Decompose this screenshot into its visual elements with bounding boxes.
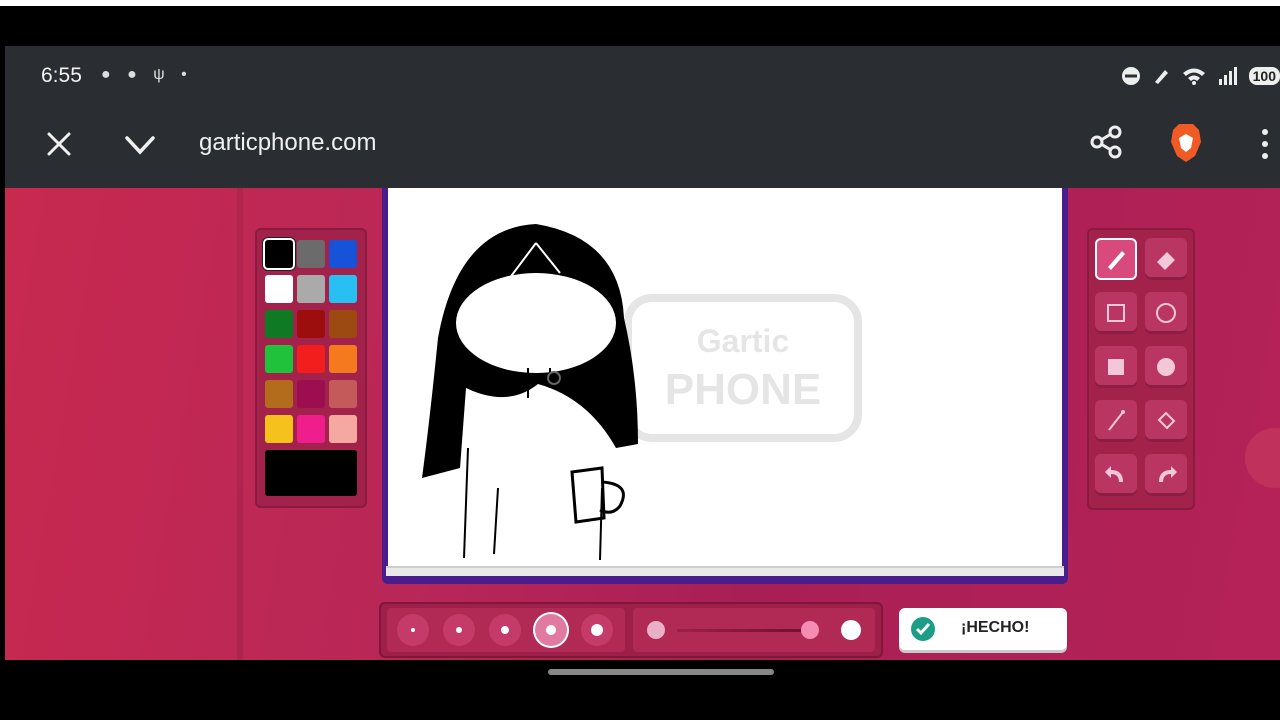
color-swatch[interactable] — [265, 275, 293, 303]
color-palette — [255, 228, 367, 508]
opacity-track[interactable] — [677, 629, 817, 632]
status-right: 100 — [1121, 64, 1280, 88]
done-label: ¡HECHO! — [961, 619, 1030, 636]
dnd-icon — [1121, 67, 1140, 85]
pen-icon[interactable] — [1095, 238, 1137, 280]
rect-fill-icon[interactable] — [1095, 346, 1137, 388]
more-menu-icon[interactable] — [1257, 126, 1273, 162]
color-swatch[interactable] — [265, 345, 293, 373]
phone-screen: 6:55 ● ● ψ • 100 garticphone.com Gartic … — [5, 46, 1280, 660]
color-swatch[interactable] — [329, 345, 357, 373]
brush-size-option[interactable] — [397, 614, 429, 646]
color-swatch[interactable] — [329, 415, 357, 443]
watermark-line1: Gartic — [697, 323, 789, 359]
watermark-line2: PHONE — [665, 365, 821, 414]
game-area: Gartic PHONE ¡HECHO! — [5, 188, 1280, 660]
done-button[interactable]: ¡HECHO! — [899, 608, 1067, 650]
status-time: 6:55 — [41, 64, 82, 87]
brush-size-option[interactable] — [443, 614, 475, 646]
top-edge — [0, 0, 1280, 6]
eraser-icon[interactable] — [1145, 238, 1187, 280]
color-swatch[interactable] — [265, 415, 293, 443]
color-swatch[interactable] — [329, 275, 357, 303]
status-bar: 6:55 ● ● ψ • 100 — [5, 46, 1280, 108]
color-swatch[interactable] — [297, 310, 325, 338]
color-swatch[interactable] — [329, 380, 357, 408]
line-icon[interactable] — [1095, 400, 1137, 442]
side-pencil-button[interactable] — [1245, 428, 1280, 488]
circle-fill-icon[interactable] — [1145, 346, 1187, 388]
gesture-nav-bar[interactable] — [548, 669, 774, 675]
pen-status-icon — [1154, 70, 1168, 84]
battery-indicator: 100 — [1248, 67, 1280, 85]
color-swatch[interactable] — [265, 240, 293, 268]
url-text[interactable]: garticphone.com — [199, 129, 376, 157]
brush-size-option[interactable] — [581, 614, 613, 646]
brush-size-selector — [387, 608, 625, 652]
current-color — [265, 450, 357, 496]
color-swatch[interactable] — [329, 310, 357, 338]
wifi-icon — [1182, 68, 1205, 85]
brush-dot-icon — [411, 628, 415, 632]
canvas-bottom-edge — [386, 566, 1064, 576]
chevron-down-icon[interactable] — [123, 130, 157, 160]
browser-toolbar: garticphone.com — [5, 108, 1280, 188]
redo-icon[interactable] — [1145, 454, 1187, 496]
brave-lion-icon[interactable] — [1167, 122, 1205, 164]
color-swatch[interactable] — [297, 415, 325, 443]
opacity-max-icon — [841, 620, 861, 640]
girl-sketch — [422, 224, 638, 561]
check-icon — [911, 617, 935, 641]
brush-toolbar — [379, 602, 883, 658]
brush-dot-icon — [501, 626, 509, 634]
color-swatch[interactable] — [297, 380, 325, 408]
color-swatch[interactable] — [265, 310, 293, 338]
color-swatch[interactable] — [297, 275, 325, 303]
share-icon[interactable] — [1089, 124, 1125, 160]
opacity-knob[interactable] — [801, 621, 819, 639]
opacity-slider[interactable] — [633, 608, 875, 652]
color-swatch[interactable] — [329, 240, 357, 268]
tool-panel — [1087, 228, 1195, 510]
notification-icons: ● ● ψ • — [101, 66, 193, 83]
drawing: Gartic PHONE — [422, 224, 862, 561]
background-stripe — [237, 188, 243, 660]
close-icon[interactable] — [43, 128, 75, 160]
undo-icon[interactable] — [1095, 454, 1137, 496]
brush-dot-icon — [456, 627, 462, 633]
color-swatch[interactable] — [265, 380, 293, 408]
bucket-icon[interactable] — [1145, 400, 1187, 442]
circle-outline-icon[interactable] — [1145, 292, 1187, 334]
signal-icon — [1218, 67, 1237, 85]
brush-dot-icon — [591, 624, 603, 636]
brush-size-option[interactable] — [535, 614, 567, 646]
color-swatch[interactable] — [297, 240, 325, 268]
brush-size-option[interactable] — [489, 614, 521, 646]
drawing-canvas[interactable]: Gartic PHONE — [388, 188, 1062, 566]
rect-outline-icon[interactable] — [1095, 292, 1137, 334]
opacity-min-icon — [647, 621, 665, 639]
color-swatch[interactable] — [297, 345, 325, 373]
watermark-logo: Gartic PHONE — [624, 294, 862, 442]
canvas-frame: Gartic PHONE — [382, 188, 1068, 584]
brush-dot-icon — [546, 625, 556, 635]
